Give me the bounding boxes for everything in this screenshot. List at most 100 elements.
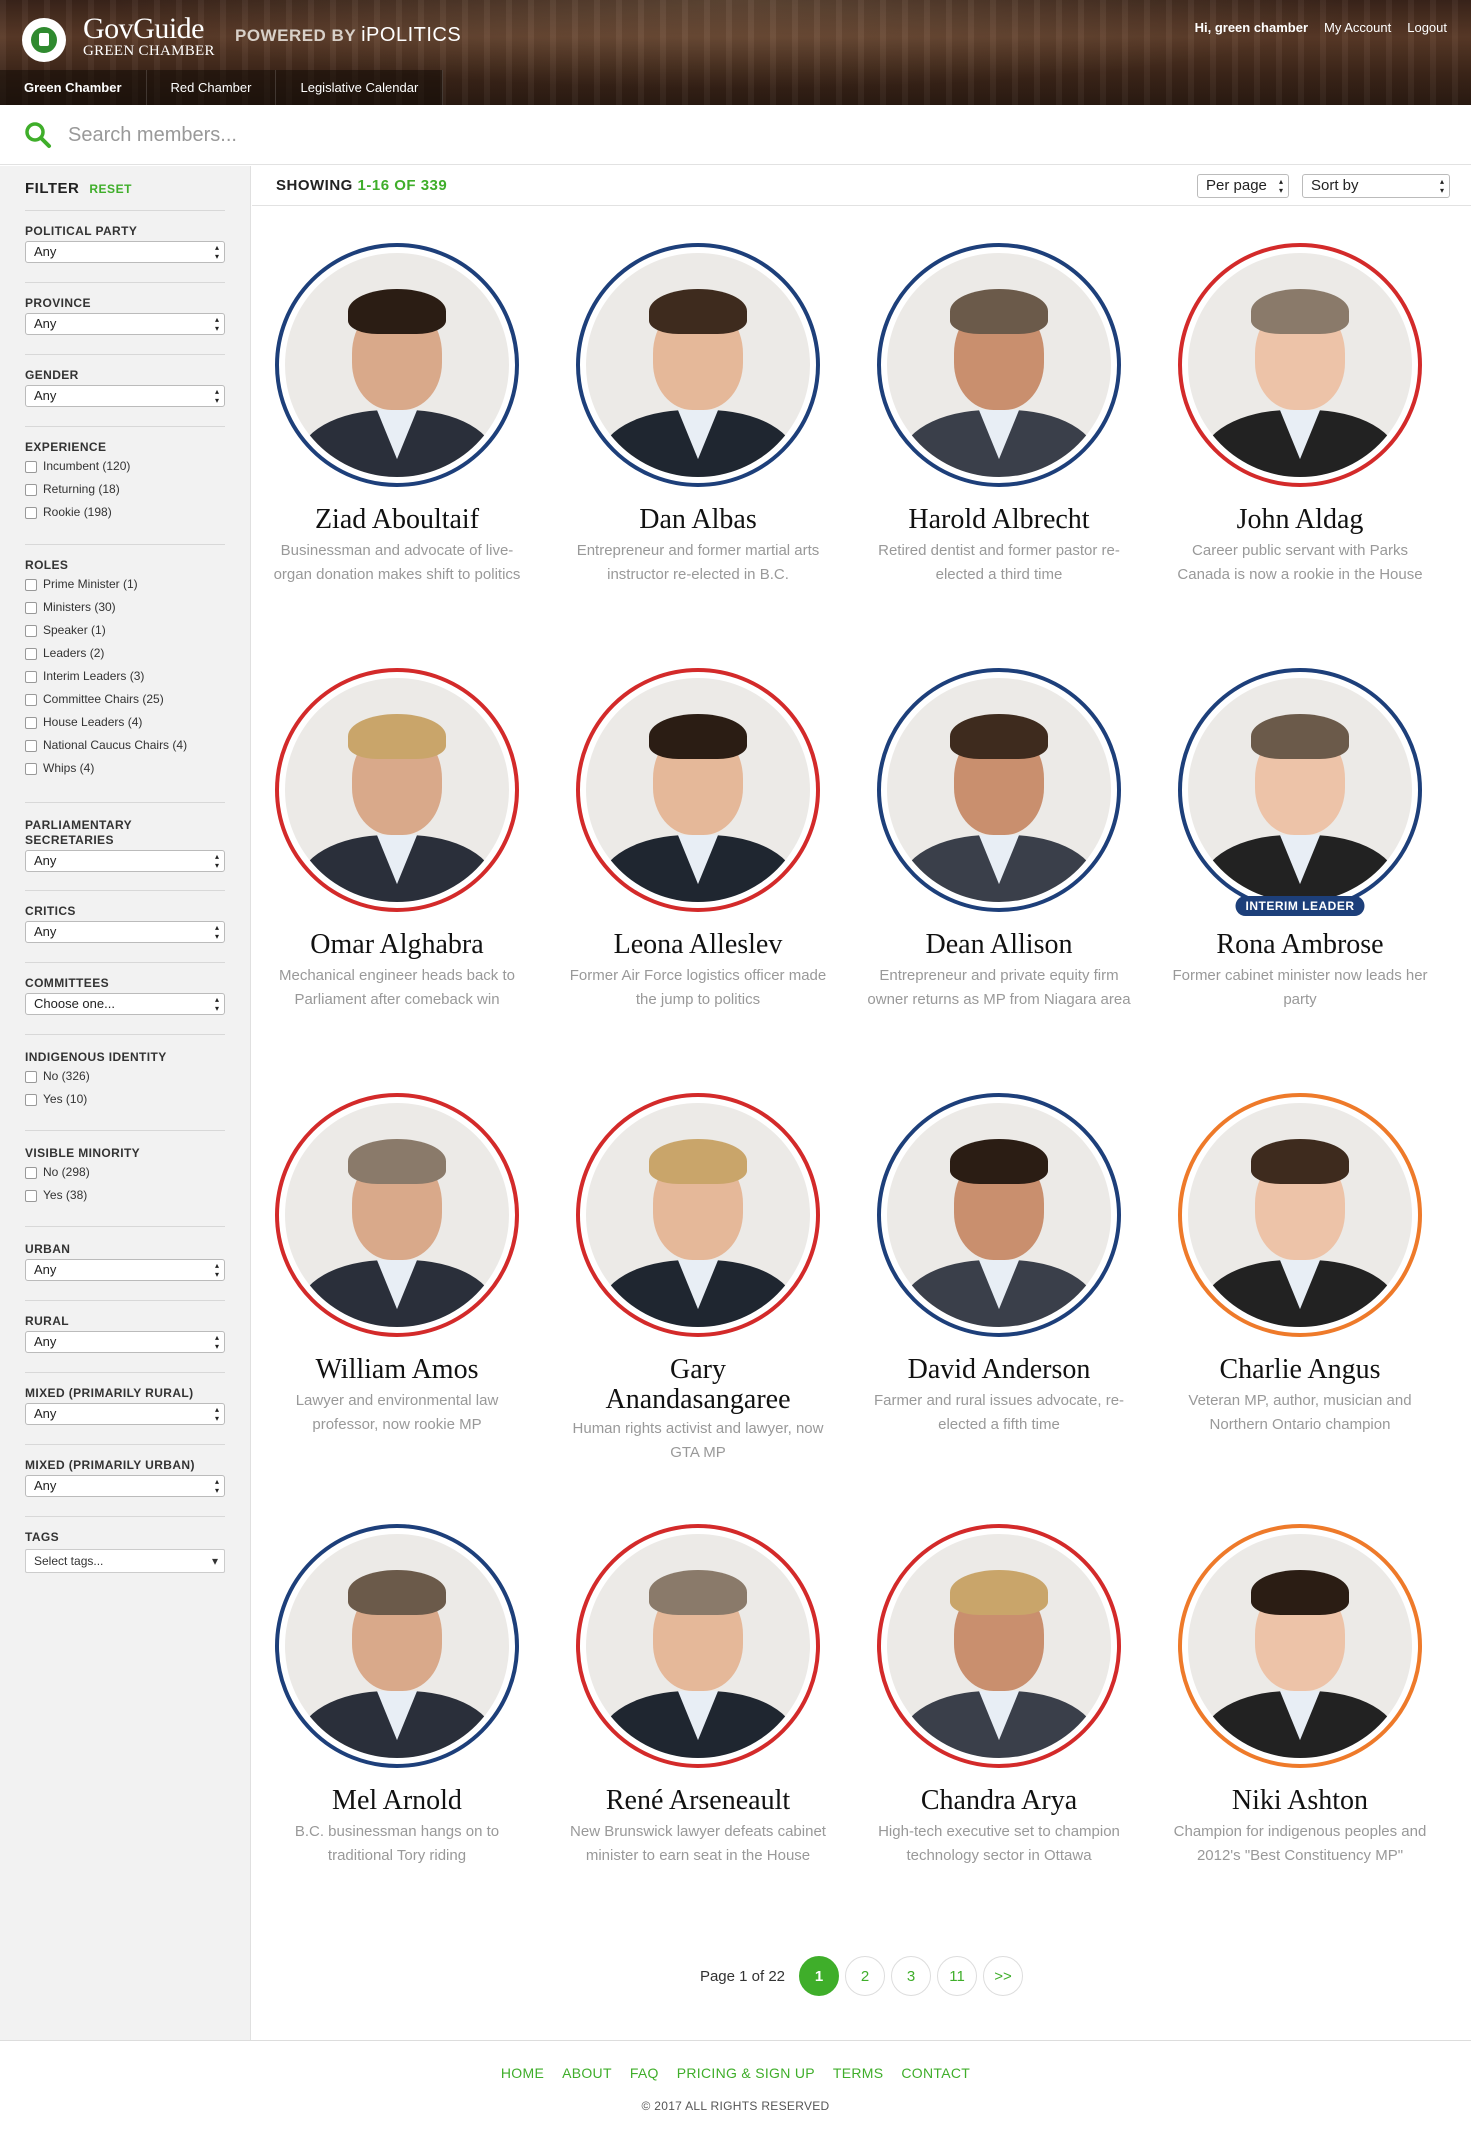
member-photo[interactable] (576, 1524, 820, 1768)
member-photo[interactable] (1178, 668, 1422, 912)
member-card[interactable]: Gary Anandasangaree Human rights activist… (553, 1093, 843, 1461)
checkbox-icon (25, 1093, 37, 1106)
urban-select[interactable]: Any (25, 1259, 225, 1281)
search-icon[interactable] (24, 121, 52, 149)
logout-link[interactable]: Logout (1407, 20, 1447, 35)
member-card[interactable]: Mel Arnold B.C. businessman hangs on to t… (252, 1524, 542, 1864)
member-card[interactable]: Charlie Angus Veteran MP, author, musicia… (1155, 1093, 1445, 1433)
member-name[interactable]: Dan Albas (553, 505, 843, 535)
member-photo[interactable] (275, 668, 519, 912)
member-card[interactable]: Ziad Aboultaif Businessman and advocate o… (252, 243, 542, 583)
member-photo[interactable] (1178, 243, 1422, 487)
member-name[interactable]: Mel Arnold (252, 1786, 542, 1816)
member-photo[interactable] (576, 243, 820, 487)
member-photo[interactable] (1178, 1524, 1422, 1768)
page-3-button[interactable]: 3 (891, 1956, 932, 1996)
role-prime-minister-checkbox[interactable]: Prime Minister (1) (25, 573, 225, 596)
tags-select[interactable]: Select tags... (25, 1549, 225, 1573)
page-1-button[interactable]: 1 (799, 1956, 840, 1996)
mixed-rural-select[interactable]: Any (25, 1403, 225, 1425)
visible-minority-no-checkbox[interactable]: No (298) (25, 1161, 225, 1184)
role-committee-chairs-checkbox[interactable]: Committee Chairs (25) (25, 688, 225, 711)
member-photo[interactable] (275, 1093, 519, 1337)
member-name[interactable]: Chandra Arya (854, 1786, 1144, 1816)
sort-by-select[interactable]: Sort by (1302, 174, 1450, 198)
next-pages-button[interactable]: >> (983, 1956, 1024, 1996)
visible-minority-yes-checkbox[interactable]: Yes (38) (25, 1184, 225, 1207)
tab-legislative-calendar[interactable]: Legislative Calendar (276, 70, 444, 105)
member-card[interactable]: Dean Allison Entrepreneur and private equ… (854, 668, 1144, 1008)
member-photo[interactable] (1178, 1093, 1422, 1337)
member-card[interactable]: John Aldag Career public servant with Par… (1155, 243, 1445, 583)
role-leaders-checkbox[interactable]: Leaders (2) (25, 642, 225, 665)
member-photo[interactable] (877, 243, 1121, 487)
page-2-button[interactable]: 2 (845, 1956, 886, 1996)
footer-pricing-link[interactable]: PRICING & SIGN UP (677, 2065, 815, 2081)
member-name[interactable]: Harold Albrecht (854, 505, 1144, 535)
role-house-leaders-checkbox[interactable]: House Leaders (4) (25, 711, 225, 734)
role-ministers-checkbox[interactable]: Ministers (30) (25, 596, 225, 619)
parliamentary-secretaries-select[interactable]: Any (25, 850, 225, 872)
member-card[interactable]: Harold Albrecht Retired dentist and forme… (854, 243, 1144, 583)
political-party-select[interactable]: Any (25, 241, 225, 263)
critics-select[interactable]: Any (25, 921, 225, 943)
tab-green-chamber[interactable]: Green Chamber (0, 70, 147, 105)
page-11-button[interactable]: 11 (937, 1956, 978, 1996)
member-card[interactable]: Niki Ashton Champion for indigenous peopl… (1155, 1524, 1445, 1864)
member-name[interactable]: Rona Ambrose (1155, 930, 1445, 960)
member-name[interactable]: William Amos (252, 1355, 542, 1385)
indigenous-no-checkbox[interactable]: No (326) (25, 1065, 225, 1088)
province-select[interactable]: Any (25, 313, 225, 335)
footer-terms-link[interactable]: TERMS (833, 2065, 884, 2081)
member-card[interactable]: Chandra Arya High-tech executive set to c… (854, 1524, 1144, 1864)
experience-incumbent-checkbox[interactable]: Incumbent (120) (25, 455, 225, 478)
member-name[interactable]: Leona Alleslev (553, 930, 843, 960)
indigenous-yes-checkbox[interactable]: Yes (10) (25, 1088, 225, 1111)
rural-select[interactable]: Any (25, 1331, 225, 1353)
member-name[interactable]: Dean Allison (854, 930, 1144, 960)
my-account-link[interactable]: My Account (1324, 20, 1391, 35)
role-whips-checkbox[interactable]: Whips (4) (25, 757, 225, 780)
member-card[interactable]: René Arseneault New Brunswick lawyer defe… (553, 1524, 843, 1864)
member-photo[interactable] (877, 668, 1121, 912)
results-range: 1-16 OF 339 (357, 177, 448, 194)
member-card[interactable]: Omar Alghabra Mechanical engineer heads b… (252, 668, 542, 1008)
committees-select[interactable]: Choose one... (25, 993, 225, 1015)
footer-contact-link[interactable]: CONTACT (901, 2065, 970, 2081)
govguide-logo-icon[interactable] (22, 18, 66, 62)
member-name[interactable]: Charlie Angus (1155, 1355, 1445, 1385)
tab-red-chamber[interactable]: Red Chamber (147, 70, 277, 105)
member-name[interactable]: Omar Alghabra (252, 930, 542, 960)
member-card[interactable]: INTERIM LEADER Rona Ambrose Former cabinet… (1155, 668, 1445, 1008)
brand[interactable]: GovGuide GREEN CHAMBER (83, 14, 215, 59)
gender-select[interactable]: Any (25, 385, 225, 407)
footer-about-link[interactable]: ABOUT (562, 2065, 612, 2081)
search-input[interactable] (68, 117, 868, 153)
member-photo[interactable] (877, 1524, 1121, 1768)
member-name[interactable]: Gary Anandasangaree (593, 1355, 803, 1415)
experience-rookie-checkbox[interactable]: Rookie (198) (25, 501, 225, 524)
footer-home-link[interactable]: HOME (501, 2065, 544, 2081)
member-card[interactable]: William Amos Lawyer and environmental law… (252, 1093, 542, 1433)
member-photo[interactable] (576, 1093, 820, 1337)
role-interim-leaders-checkbox[interactable]: Interim Leaders (3) (25, 665, 225, 688)
member-name[interactable]: John Aldag (1155, 505, 1445, 535)
member-photo[interactable] (275, 1524, 519, 1768)
per-page-select[interactable]: Per page (1197, 174, 1289, 198)
member-photo[interactable] (275, 243, 519, 487)
member-photo[interactable] (877, 1093, 1121, 1337)
member-card[interactable]: David Anderson Farmer and rural issues ad… (854, 1093, 1144, 1433)
role-speaker-checkbox[interactable]: Speaker (1) (25, 619, 225, 642)
member-card[interactable]: Leona Alleslev Former Air Force logistics… (553, 668, 843, 1008)
member-name[interactable]: Niki Ashton (1155, 1786, 1445, 1816)
member-photo[interactable] (576, 668, 820, 912)
member-name[interactable]: René Arseneault (553, 1786, 843, 1816)
member-card[interactable]: Dan Albas Entrepreneur and former martial… (553, 243, 843, 583)
footer-faq-link[interactable]: FAQ (630, 2065, 659, 2081)
reset-filters-link[interactable]: RESET (89, 182, 132, 196)
member-name[interactable]: Ziad Aboultaif (252, 505, 542, 535)
mixed-urban-select[interactable]: Any (25, 1475, 225, 1497)
member-name[interactable]: David Anderson (854, 1355, 1144, 1385)
experience-returning-checkbox[interactable]: Returning (18) (25, 478, 225, 501)
role-national-caucus-chairs-checkbox[interactable]: National Caucus Chairs (4) (25, 734, 225, 757)
